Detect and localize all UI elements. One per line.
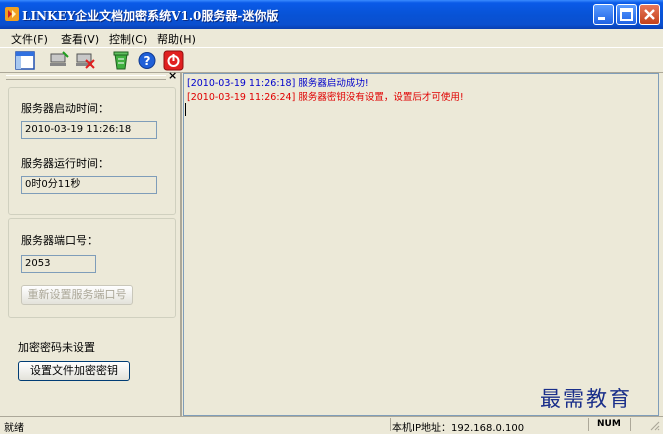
menu-file[interactable]: 文件(F)	[11, 31, 48, 47]
runtime-group: 服务器启动时间： 2010-03-19 11:26:18 服务器运行时间： 0时…	[8, 87, 176, 215]
status-bar: 就绪 本机IP地址：192.168.0.100 NUM	[0, 416, 663, 434]
status-separator	[390, 418, 391, 431]
minimize-icon	[598, 17, 605, 20]
menu-view[interactable]: 查看(V)	[61, 31, 99, 47]
log-entry: [2010-03-19 11:26:18] 服务器启动成功!	[187, 78, 369, 89]
start-time-label: 服务器启动时间：	[21, 102, 109, 115]
panel-close-icon[interactable]: ×	[168, 69, 177, 82]
menu-help[interactable]: 帮助(H)	[157, 31, 196, 47]
log-entry: [2010-03-19 11:26:24] 服务器密钥没有设置，设置后才可使用!	[187, 92, 464, 103]
toolbar-power-button[interactable]	[162, 50, 184, 71]
toolbar-help-button[interactable]: ?	[136, 50, 158, 71]
help-icon: ?	[138, 52, 156, 69]
window-title: LINKEY企业文档加密系统V1.0服务器-迷你版	[22, 9, 279, 23]
server-disconnect-icon	[76, 53, 95, 69]
status-num: NUM	[597, 419, 621, 429]
menu-control[interactable]: 控制(C)	[109, 31, 147, 47]
panel-grip[interactable]	[6, 75, 166, 80]
close-button[interactable]	[639, 4, 660, 25]
panel-header: ×	[2, 69, 180, 82]
resize-grip-icon[interactable]	[648, 419, 660, 431]
status-separator	[588, 418, 589, 431]
title-bar[interactable]: LINKEY企业文档加密系统V1.0服务器-迷你版	[0, 0, 663, 29]
watermark-text: 最需教育	[540, 387, 632, 411]
maximize-button[interactable]	[616, 4, 637, 25]
close-icon	[644, 9, 655, 20]
run-time-label: 服务器运行时间：	[21, 157, 109, 170]
toolbar: ?	[0, 47, 663, 73]
toolbar-recycle-button[interactable]	[110, 50, 132, 71]
reset-port-button[interactable]: 重新设置服务端口号	[21, 285, 133, 305]
port-label: 服务器端口号：	[21, 234, 98, 247]
server-connect-icon	[50, 51, 69, 66]
status-separator	[630, 418, 631, 431]
power-icon	[163, 50, 184, 71]
toolbar-window-button[interactable]	[14, 50, 36, 71]
app-logo-icon	[5, 7, 19, 21]
log-panel[interactable]: [2010-03-19 11:26:18] 服务器启动成功! [2010-03-…	[183, 73, 659, 416]
key-status-label: 加密密码未设置	[18, 341, 95, 354]
port-group: 服务器端口号： 2053 重新设置服务端口号	[8, 218, 176, 318]
window-icon	[15, 51, 35, 70]
text-cursor	[185, 103, 186, 116]
menu-bar: 文件(F) 查看(V) 控制(C) 帮助(H)	[0, 29, 663, 47]
set-key-button[interactable]: 设置文件加密密钥	[18, 361, 130, 381]
server-info-panel: × 服务器启动时间： 2010-03-19 11:26:18 服务器运行时间： …	[2, 69, 182, 416]
start-time-field: 2010-03-19 11:26:18	[21, 121, 157, 139]
minimize-button[interactable]	[593, 4, 614, 25]
svg-text:?: ?	[144, 54, 151, 68]
recycle-icon	[113, 51, 129, 70]
port-field[interactable]: 2053	[21, 255, 96, 273]
run-time-field: 0时0分11秒	[21, 176, 157, 194]
toolbar-server-connect-button[interactable]	[48, 50, 70, 71]
toolbar-server-disconnect-button[interactable]	[74, 50, 96, 71]
maximize-icon	[620, 8, 633, 21]
